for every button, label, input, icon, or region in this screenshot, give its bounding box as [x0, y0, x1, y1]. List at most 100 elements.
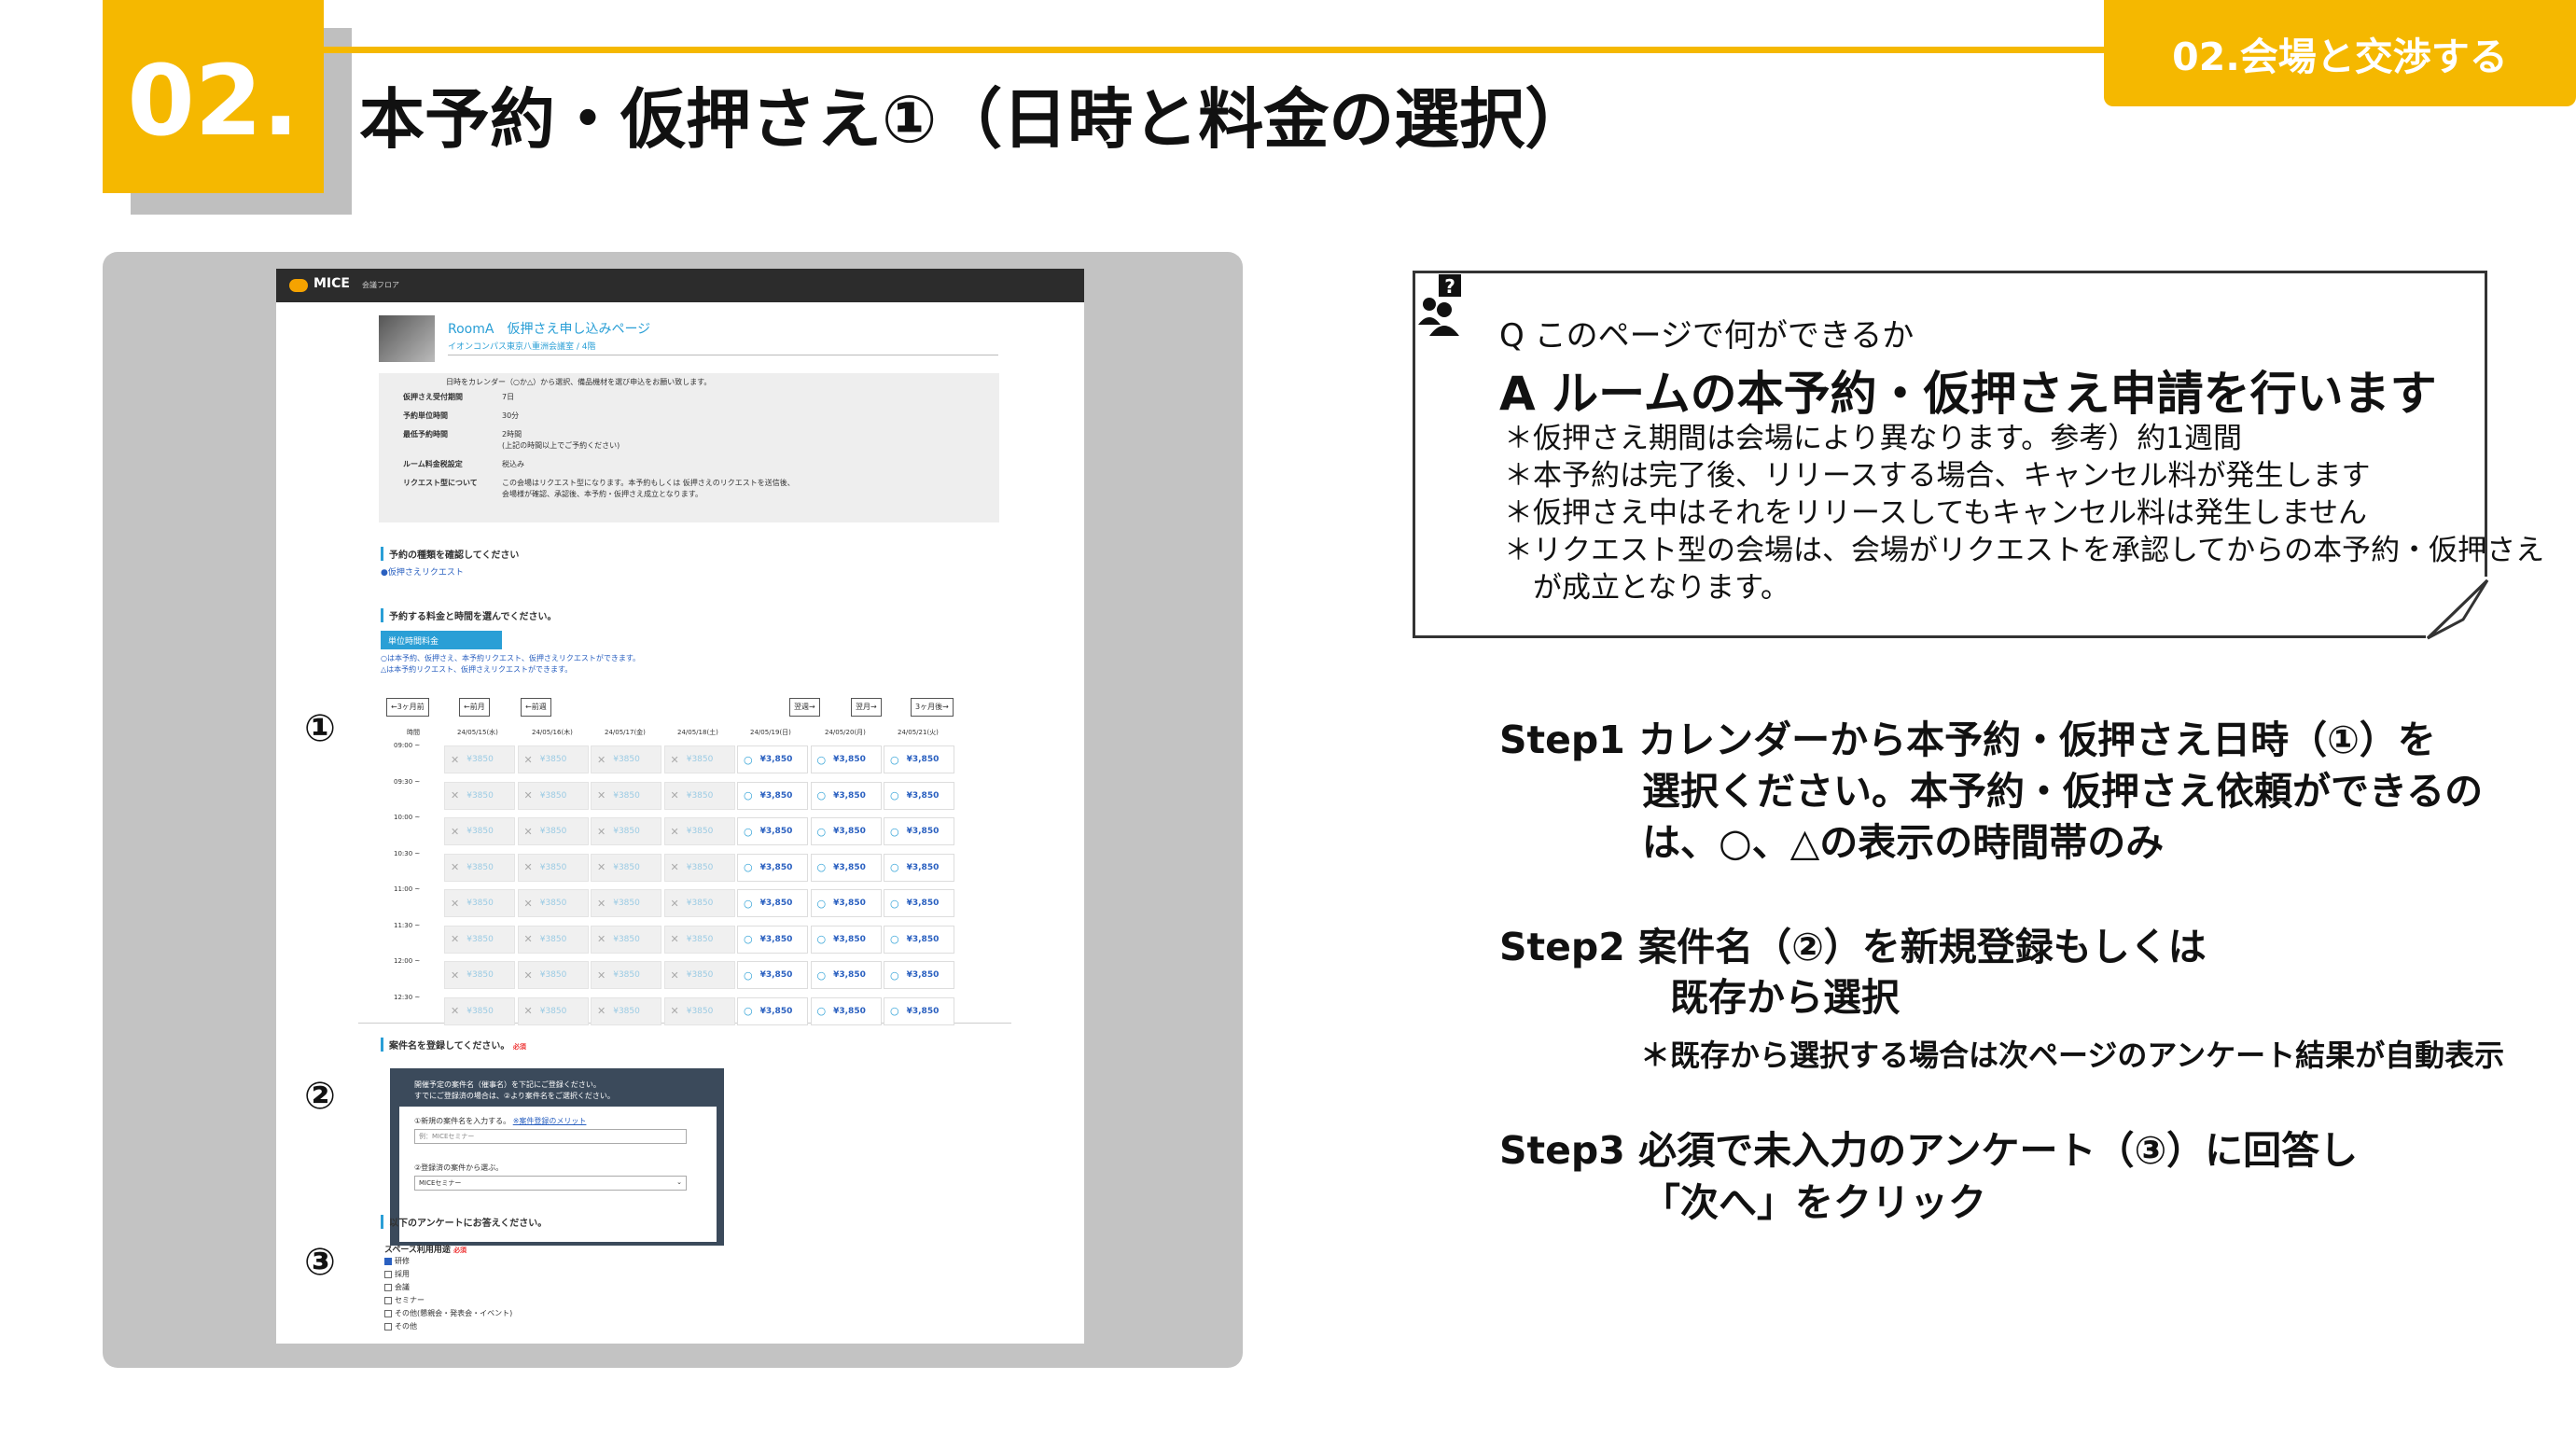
type-value[interactable]: ●仮押さえリクエスト	[381, 565, 464, 578]
calendar-row: 12:00 ~ ✕ ¥3850 ✕ ¥3850 ✕ ¥3850 ✕ ¥3850 ○ ¥3,850 ○ ¥…	[381, 955, 957, 991]
nav-3months-back[interactable]: ←3ヶ月前	[386, 698, 429, 717]
step3-line: Step3 必須で未入力のアンケート（③）に回答し	[1499, 1128, 2359, 1173]
cross-icon: ✕	[597, 825, 606, 838]
survey-option-label: その他	[395, 1322, 417, 1331]
slot-time: 09:00 ~	[394, 742, 421, 749]
info-label: ルーム料金税設定	[403, 460, 463, 468]
slot-price: ¥3850	[466, 755, 494, 764]
slot-available[interactable]: ○ ¥3,850	[737, 817, 808, 845]
date-header: 24/05/19(日)	[750, 729, 791, 736]
type-heading: 予約の種類を確認してください	[381, 547, 519, 561]
slot-available[interactable]: ○ ¥3,850	[737, 853, 808, 882]
nav-next-week[interactable]: 翌週→	[789, 698, 820, 717]
circle-icon: ○	[890, 825, 899, 838]
slot-price: ¥3850	[686, 1006, 714, 1016]
survey-option[interactable]: 研修	[384, 1256, 410, 1266]
nav-prev-month[interactable]: ←前月	[459, 698, 490, 717]
checkbox[interactable]	[384, 1322, 392, 1331]
slot-price: ¥3850	[466, 790, 494, 801]
calendar-row: 11:00 ~ ✕ ¥3850 ✕ ¥3850 ✕ ¥3850 ✕ ¥3850 ○ ¥3,850 ○ ¥…	[381, 884, 957, 919]
survey-option-label: 採用	[395, 1270, 410, 1278]
nav-3months-forward[interactable]: 3ヶ月後→	[911, 698, 954, 717]
embedded-screenshot: MICE 会議フロア RoomA 仮押さえ申し込みページ イオンコンパス東京八重…	[276, 269, 1084, 1344]
survey-option[interactable]: その他(懇親会・発表会・イベント)	[384, 1308, 512, 1318]
slot-price: ¥3850	[466, 1006, 494, 1016]
time-header: 時間	[407, 729, 420, 736]
checkbox[interactable]	[384, 1296, 392, 1304]
cross-icon: ✕	[670, 968, 679, 982]
svg-text:?: ?	[1444, 275, 1455, 298]
circle-icon: ○	[816, 861, 827, 873]
info-value: 7日	[502, 393, 515, 401]
case-name-input[interactable]: 例：MICEセミナー	[414, 1129, 687, 1144]
slot-available[interactable]: ○ ¥3,850	[884, 781, 954, 810]
checkbox[interactable]	[384, 1270, 392, 1278]
slot-available[interactable]: ○ ¥3,850	[884, 745, 954, 773]
slot-available[interactable]: ○ ¥3,850	[737, 996, 808, 1025]
slot-price: ¥3850	[613, 934, 640, 944]
cross-icon: ✕	[451, 933, 460, 945]
slot-time: 12:30 ~	[394, 993, 421, 1001]
slot-price: ¥3850	[613, 790, 640, 801]
slot-available[interactable]: ○ ¥3,850	[810, 817, 882, 845]
slot-unavailable: ✕ ¥3850	[444, 925, 515, 954]
slot-available[interactable]: ○ ¥3,850	[810, 745, 882, 773]
slot-available[interactable]: ○ ¥3,850	[884, 817, 954, 845]
checkbox[interactable]	[384, 1309, 392, 1317]
slot-available[interactable]: ○ ¥3,850	[810, 925, 882, 954]
survey-option[interactable]: その他	[384, 1321, 417, 1331]
slot-price: ¥3850	[539, 755, 567, 764]
survey-option[interactable]: 採用	[384, 1269, 410, 1279]
step1-line: Step1 カレンダーから本予約・仮押さえ日時（①）を	[1499, 718, 2436, 762]
slot-unavailable: ✕ ¥3850	[517, 781, 589, 810]
nav-prev-week[interactable]: ←前週	[521, 698, 551, 717]
qa-note: ＊本予約は完了後、リリースする場合、キャンセル料が発生します	[1504, 459, 2371, 493]
slot-price: ¥3850	[686, 970, 714, 980]
step1-line: 選択ください。本予約・仮押さえ依頼ができるの	[1642, 769, 2484, 814]
case-select[interactable]: MICEセミナー ⌄	[414, 1176, 687, 1191]
slot-time: 10:00 ~	[394, 814, 421, 821]
slot-price: ¥3,850	[906, 934, 940, 944]
info-row: 予約単位時間 30分	[403, 411, 519, 421]
survey-option[interactable]: セミナー	[384, 1295, 425, 1305]
slot-available[interactable]: ○ ¥3,850	[737, 961, 808, 989]
slot-price: ¥3,850	[759, 827, 793, 836]
slot-unavailable: ✕ ¥3850	[591, 781, 661, 810]
slot-unavailable: ✕ ¥3850	[517, 996, 589, 1025]
slot-unavailable: ✕ ¥3850	[517, 961, 589, 989]
slot-available[interactable]: ○ ¥3,850	[884, 996, 954, 1025]
slot-available[interactable]: ○ ¥3,850	[810, 889, 882, 917]
app-header-bar: MICE 会議フロア	[276, 269, 1084, 302]
checkbox-checked[interactable]	[384, 1257, 392, 1265]
slot-available[interactable]: ○ ¥3,850	[884, 853, 954, 882]
slot-available[interactable]: ○ ¥3,850	[737, 925, 808, 954]
slot-available[interactable]: ○ ¥3,850	[810, 996, 882, 1025]
nav-next-month[interactable]: 翌月→	[851, 698, 882, 717]
slot-price: ¥3850	[539, 827, 567, 836]
slot-available[interactable]: ○ ¥3,850	[884, 925, 954, 954]
survey-option[interactable]: 会議	[384, 1282, 410, 1292]
person-question-icon: ?	[1418, 274, 1461, 336]
circle-icon: ○	[890, 789, 899, 801]
cross-icon: ✕	[670, 861, 679, 873]
slot-available[interactable]: ○ ¥3,850	[810, 781, 882, 810]
calendar-row: 09:30 ~ ✕ ¥3850 ✕ ¥3850 ✕ ¥3850 ✕ ¥3850 ○ ¥3,850 ○ ¥…	[381, 776, 957, 812]
info-value: 税込み	[502, 460, 524, 468]
slot-available[interactable]: ○ ¥3,850	[810, 853, 882, 882]
slot-available[interactable]: ○ ¥3,850	[884, 961, 954, 989]
slot-available[interactable]: ○ ¥3,850	[884, 889, 954, 917]
chevron-down-icon: ⌄	[676, 1178, 682, 1186]
slot-price: ¥3850	[466, 970, 494, 980]
slot-available[interactable]: ○ ¥3,850	[810, 961, 882, 989]
slot-unavailable: ✕ ¥3850	[444, 817, 515, 845]
marker-1: ①	[304, 707, 336, 750]
checkbox[interactable]	[384, 1283, 392, 1291]
slot-available[interactable]: ○ ¥3,850	[737, 745, 808, 773]
case-merit-link[interactable]: ※案件登録のメリット	[513, 1117, 587, 1125]
circle-icon: ○	[890, 753, 899, 766]
tab-unit-rate[interactable]: 単位時間料金	[381, 631, 502, 649]
slot-available[interactable]: ○ ¥3,850	[737, 889, 808, 917]
slot-unavailable: ✕ ¥3850	[591, 889, 661, 917]
slot-available[interactable]: ○ ¥3,850	[737, 781, 808, 810]
survey-option-label: 研修	[395, 1257, 410, 1265]
